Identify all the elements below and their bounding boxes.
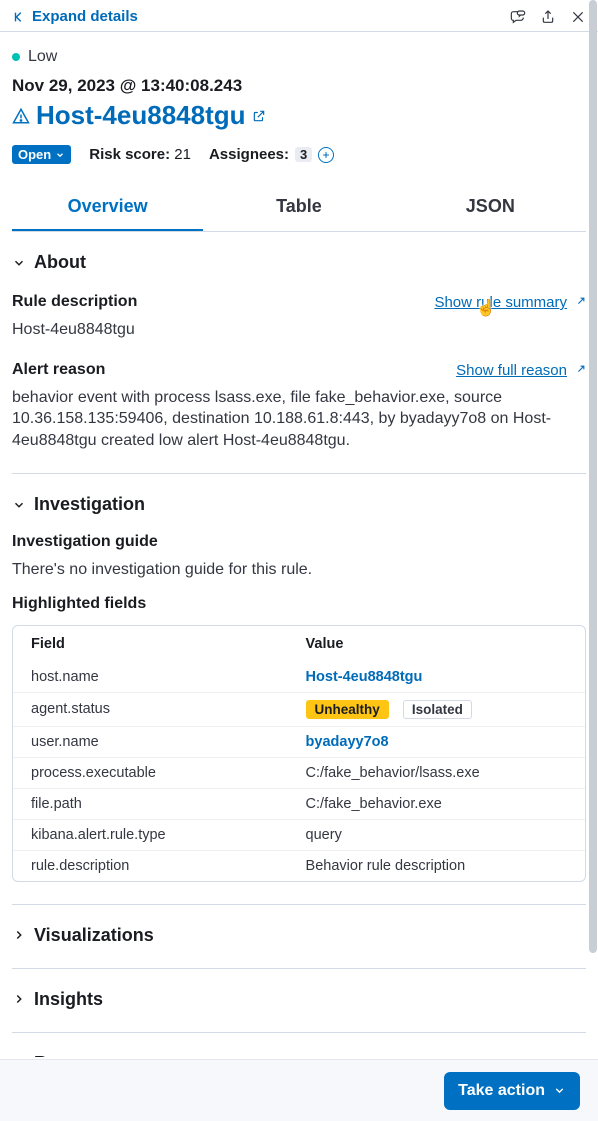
section-insights-header[interactable]: Insights: [12, 989, 586, 1010]
field-value: query: [288, 819, 585, 850]
expand-details-button[interactable]: Expand details: [12, 8, 138, 25]
field-value-link[interactable]: Host-4eu8848tgu: [306, 669, 423, 685]
field-value: C:/fake_behavior.exe: [288, 788, 585, 819]
col-field: Field: [13, 626, 288, 662]
field-name: rule.description: [13, 850, 288, 881]
tab-overview[interactable]: Overview: [12, 186, 203, 231]
col-value: Value: [288, 626, 585, 662]
take-action-button[interactable]: Take action: [444, 1072, 580, 1110]
plus-icon: [321, 150, 331, 160]
assignees: Assignees: 3: [209, 146, 334, 163]
external-link-icon[interactable]: [252, 109, 266, 123]
section-response-header[interactable]: Response: [12, 1053, 586, 1057]
tab-table[interactable]: Table: [203, 186, 394, 231]
flyout-footer: Take action: [0, 1059, 598, 1121]
field-value: Behavior rule description: [288, 850, 585, 881]
chevron-down-icon: [553, 1084, 566, 1097]
severity-row: Low: [12, 48, 586, 66]
assignees-label: Assignees:: [209, 146, 289, 163]
field-name: kibana.alert.rule.type: [13, 819, 288, 850]
take-action-label: Take action: [458, 1082, 545, 1100]
tab-json[interactable]: JSON: [395, 186, 586, 231]
alert-timestamp: Nov 29, 2023 @ 13:40:08.243: [12, 76, 586, 96]
field-name: process.executable: [13, 757, 288, 788]
field-name: agent.status: [13, 692, 288, 726]
alert-meta-row: Open Risk score: 21 Assignees: 3: [12, 145, 586, 164]
chevron-right-icon: [12, 928, 26, 942]
table-row: rule.description Behavior rule descripti…: [13, 850, 585, 881]
divider: [12, 1032, 586, 1033]
section-response-title: Response: [34, 1053, 120, 1057]
share-icon[interactable]: [540, 9, 556, 25]
divider: [12, 968, 586, 969]
scrollbar-thumb[interactable]: [589, 0, 597, 953]
alert-reason-label: Alert reason: [12, 361, 105, 379]
table-row: agent.status Unhealthy Isolated: [13, 692, 585, 726]
alert-reason-text: behavior event with process lsass.exe, f…: [12, 387, 586, 452]
severity-label: Low: [28, 48, 57, 66]
status-badge-label: Open: [18, 147, 51, 162]
popout-icon: [573, 296, 586, 309]
chevron-down-icon: [12, 498, 26, 512]
status-badge[interactable]: Open: [12, 145, 71, 164]
close-icon[interactable]: [570, 9, 586, 25]
field-name: user.name: [13, 726, 288, 757]
section-insights-title: Insights: [34, 989, 103, 1010]
investigation-guide-text: There's no investigation guide for this …: [12, 559, 586, 581]
chevron-right-icon: [12, 1056, 26, 1057]
collapse-left-icon: [12, 10, 26, 24]
field-name: host.name: [13, 662, 288, 693]
chevron-down-icon: [55, 150, 65, 160]
section-investigation-title: Investigation: [34, 494, 145, 515]
status-badge-unhealthy: Unhealthy: [306, 700, 389, 719]
risk-score: Risk score: 21: [89, 146, 191, 163]
flyout-header: Expand details: [0, 0, 598, 32]
section-about-header[interactable]: About: [12, 252, 586, 273]
table-row: process.executable C:/fake_behavior/lsas…: [13, 757, 585, 788]
table-row: user.name byadayy7o8: [13, 726, 585, 757]
show-rule-summary-link[interactable]: Show rule summary: [434, 294, 586, 311]
section-about-title: About: [34, 252, 86, 273]
chat-icon[interactable]: [510, 9, 526, 25]
rule-description-label: Rule description: [12, 293, 137, 311]
highlighted-fields-table: Field Value host.name Host-4eu8848tgu ag…: [12, 625, 586, 882]
chevron-right-icon: [12, 992, 26, 1006]
header-actions: [510, 9, 586, 25]
popout-icon: [573, 364, 586, 377]
assignees-count: 3: [295, 147, 312, 162]
section-investigation-header[interactable]: Investigation: [12, 494, 586, 515]
investigation-guide-label: Investigation guide: [12, 533, 586, 551]
flyout-body: Low Nov 29, 2023 @ 13:40:08.243 Host-4eu…: [0, 32, 598, 1057]
expand-details-label: Expand details: [32, 8, 138, 25]
risk-score-label: Risk score:: [89, 146, 170, 163]
rule-description-value: Host-4eu8848tgu: [12, 319, 586, 341]
tabs: Overview Table JSON: [12, 186, 586, 232]
severity-dot-icon: [12, 53, 20, 61]
highlighted-fields-label: Highlighted fields: [12, 595, 586, 613]
field-value: C:/fake_behavior/lsass.exe: [288, 757, 585, 788]
table-row: file.path C:/fake_behavior.exe: [13, 788, 585, 819]
alert-title[interactable]: Host-4eu8848tgu: [36, 100, 246, 131]
divider: [12, 473, 586, 474]
chevron-down-icon: [12, 256, 26, 270]
show-full-reason-link[interactable]: Show full reason: [456, 362, 586, 379]
alert-title-row: Host-4eu8848tgu: [12, 100, 586, 131]
divider: [12, 904, 586, 905]
field-value-link[interactable]: byadayy7o8: [306, 734, 389, 750]
status-badge-isolated: Isolated: [403, 700, 472, 719]
show-rule-summary-text: Show rule summary: [434, 294, 567, 311]
show-full-reason-text: Show full reason: [456, 362, 567, 379]
warning-triangle-icon: [12, 107, 30, 125]
risk-score-value: 21: [174, 146, 191, 163]
field-name: file.path: [13, 788, 288, 819]
table-row: kibana.alert.rule.type query: [13, 819, 585, 850]
section-visualizations-title: Visualizations: [34, 925, 154, 946]
add-assignee-button[interactable]: [318, 147, 334, 163]
scrollbar[interactable]: [588, 0, 598, 1059]
table-row: host.name Host-4eu8848tgu: [13, 662, 585, 693]
section-visualizations-header[interactable]: Visualizations: [12, 925, 586, 946]
